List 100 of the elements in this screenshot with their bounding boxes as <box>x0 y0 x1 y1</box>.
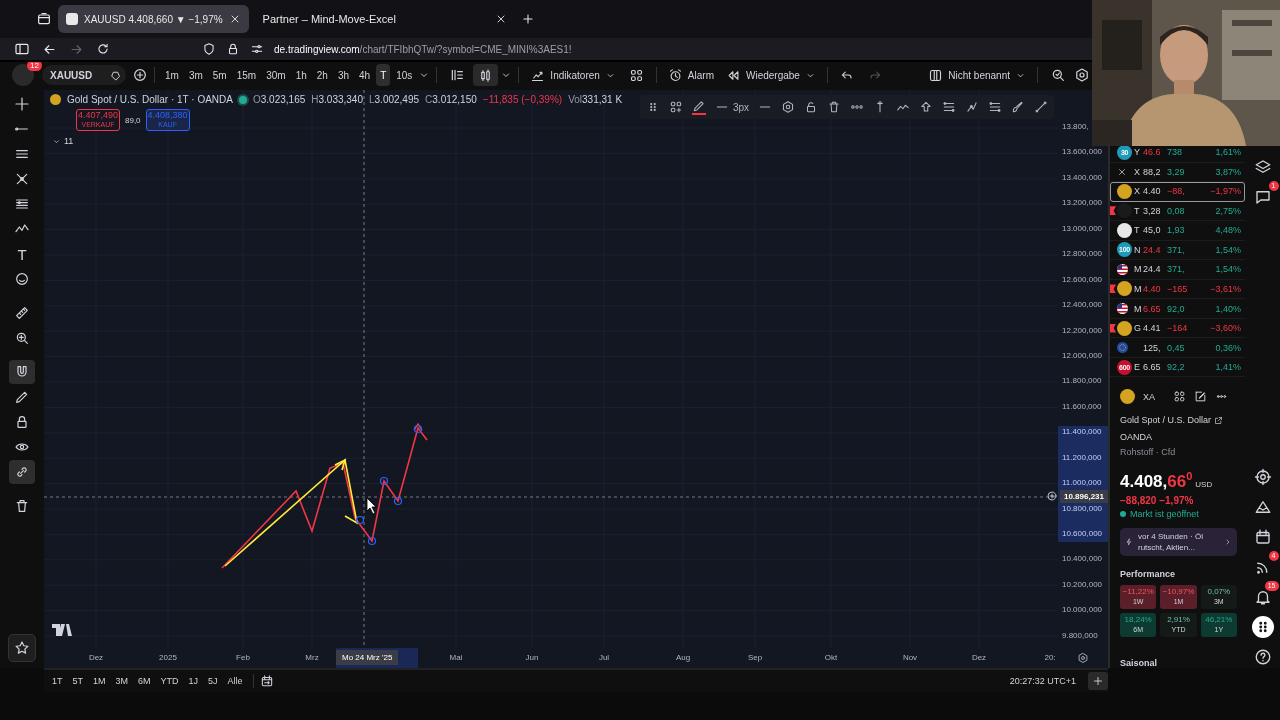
undo-icon[interactable] <box>839 68 854 82</box>
watchlist-button[interactable] <box>8 634 36 662</box>
range-button[interactable]: 1T <box>48 674 67 688</box>
market-status: Markt ist geöffnet <box>1130 509 1199 520</box>
exchange-name: OANDA <box>1120 431 1152 445</box>
news-card[interactable]: vor 4 Stunden · Öl rutscht, Aktien... <box>1120 528 1237 557</box>
range-button[interactable]: 5J <box>204 674 222 688</box>
symbol-search-field[interactable]: XAUUSD <box>42 65 126 85</box>
range-button[interactable]: 1M <box>89 674 110 688</box>
watchlist-row[interactable]: X 4.40 −88, −1,97% <box>1110 182 1245 202</box>
browser-tab[interactable]: Partner – Mind-Move-Excel <box>254 5 515 33</box>
interval-button[interactable]: 1m <box>161 64 183 86</box>
line-icon[interactable] <box>1034 100 1049 114</box>
bar-chart-icon[interactable] <box>449 67 466 83</box>
chart-type-button[interactable] <box>473 64 499 86</box>
chat-icon <box>1253 188 1272 206</box>
chart-title[interactable]: Gold Spot / U.S. Dollar · 1T · OANDA <box>67 94 233 105</box>
tool-button[interactable] <box>9 360 35 384</box>
brush-icon[interactable] <box>1011 100 1026 114</box>
pencil-icon <box>14 389 30 405</box>
bolt-icon <box>1125 538 1133 547</box>
replay-button[interactable]: Wiedergabe <box>720 64 821 86</box>
reload-icon[interactable] <box>96 42 110 56</box>
interval-button[interactable]: 15m <box>232 64 261 86</box>
tab-list-icon[interactable] <box>36 11 52 27</box>
anchor-points-drawing[interactable] <box>355 424 423 546</box>
settings-icon[interactable] <box>1077 652 1089 664</box>
last-price: 125, <box>1143 342 1162 353</box>
edit-icon[interactable] <box>1194 390 1207 404</box>
compare-icon[interactable] <box>132 67 148 83</box>
watchlist-row[interactable]: T 45,0 1,93 4,48% <box>1110 221 1245 241</box>
watchlist-row[interactable]: 125, 0,45 0,36% <box>1110 338 1245 358</box>
sidebar-button[interactable] <box>1251 616 1274 638</box>
trash-icon[interactable] <box>827 100 842 114</box>
settings-icon[interactable] <box>781 100 796 114</box>
interval-button[interactable]: 2h <box>312 64 332 86</box>
trend-line-drawing[interactable] <box>224 458 359 567</box>
date-label: Sep <box>747 653 763 662</box>
watchlist-row[interactable]: M 4.40 −165 −3,61% <box>1110 279 1245 300</box>
tool-button[interactable] <box>9 460 35 484</box>
external-link-icon[interactable] <box>1214 415 1224 425</box>
line-width-button[interactable]: 3px <box>715 100 750 114</box>
interval-button[interactable]: 3h <box>333 64 353 86</box>
price-label: 10.600,000 <box>1062 529 1103 538</box>
price-change: −11,835 (−0,39%) <box>482 94 563 105</box>
logo-icon[interactable] <box>52 624 72 636</box>
sidebar-icon[interactable] <box>14 41 30 57</box>
change-percent: 1,41% <box>1214 362 1241 373</box>
clock-text[interactable]: 20:27:32 UTC+1 <box>1009 676 1076 686</box>
interval-button[interactable]: 3m <box>184 64 207 86</box>
settings-icon[interactable] <box>1074 67 1090 83</box>
arrow-up-icon[interactable] <box>919 100 934 114</box>
url-field[interactable]: de.tradingview.com/chart/TFIbhQTw/?symbol=CME_MINI%3AES1! <box>274 43 572 55</box>
browser-tab[interactable]: XAUUSD 4.408,660 ▼ −1,97% <box>58 5 249 33</box>
zigzag-drawing[interactable] <box>221 422 428 569</box>
price-label: 10.200,000 <box>1062 579 1103 589</box>
date-range-icon[interactable] <box>259 674 274 688</box>
range-button[interactable]: 1J <box>184 674 203 688</box>
interval-button[interactable]: 4h <box>355 64 375 86</box>
mountain-icon <box>1253 498 1272 516</box>
instrument-name[interactable]: Gold Spot / U.S. Dollar <box>1120 413 1212 428</box>
date-label: Nov <box>902 653 918 662</box>
templates-icon[interactable] <box>628 67 644 83</box>
range-button[interactable]: YTD <box>156 674 183 688</box>
change-value: 1,93 <box>1167 225 1186 236</box>
interval-button[interactable]: T <box>376 64 391 86</box>
interval-button[interactable]: 30m <box>262 64 290 86</box>
alert-button[interactable]: Alarm <box>662 64 719 86</box>
list-icon[interactable] <box>988 100 1003 114</box>
fork-icon[interactable] <box>965 100 980 114</box>
layout-button[interactable]: Nicht benannt <box>923 64 1031 86</box>
range-button[interactable]: 3M <box>111 674 133 688</box>
smiley-icon <box>14 271 30 287</box>
permissions-icon[interactable] <box>250 42 264 56</box>
shield-icon[interactable] <box>202 42 216 56</box>
interval-button[interactable]: 10s <box>392 64 417 86</box>
interval-button[interactable]: 5m <box>208 64 231 86</box>
watchlist-row[interactable]: G 4.41 −164 −3,60% <box>1110 318 1245 339</box>
add-alert-icon[interactable] <box>1046 490 1058 502</box>
new-tab-icon[interactable] <box>520 12 535 26</box>
last-price: 4.41 <box>1143 323 1162 334</box>
indicators-button[interactable]: Indikatoren <box>525 64 621 86</box>
pencil-icon[interactable] <box>692 99 706 115</box>
interval-button[interactable]: 1h <box>291 64 311 86</box>
watchlist-row[interactable]: M 24.4 371, 1,54% <box>1110 260 1245 280</box>
help-icon <box>1253 648 1272 666</box>
channel-icon[interactable] <box>942 100 957 114</box>
range-button[interactable]: 6M <box>134 674 155 688</box>
indicators-toggle[interactable]: 11 <box>52 136 74 146</box>
range-button[interactable]: Alle <box>223 674 247 688</box>
last-price: 24.4 <box>1143 264 1162 275</box>
watchlist-row[interactable]: M 6.65 92,0 1,40% <box>1110 299 1245 319</box>
watchlist-row[interactable]: T 3,28 0,08 2,75% <box>1110 201 1245 222</box>
quick-search-icon[interactable] <box>1050 67 1066 83</box>
zoom-icon <box>14 330 30 346</box>
fullscreen-button[interactable] <box>1088 672 1108 690</box>
templates-icon[interactable] <box>669 100 683 114</box>
range-button[interactable]: 5T <box>68 674 88 688</box>
text-tool[interactable]: T <box>9 242 35 266</box>
templates-icon[interactable] <box>1173 390 1186 404</box>
